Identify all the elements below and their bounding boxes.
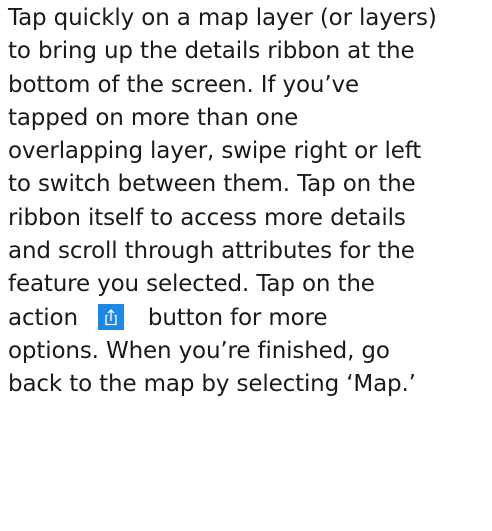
text-line: bottom of the screen. If you’ve	[8, 71, 359, 98]
text-line: overlapping layer, swipe right or left	[8, 138, 422, 165]
text-line: to switch between them. Tap on the	[8, 171, 416, 198]
text-line: to bring up the details ribbon at the	[8, 38, 415, 65]
action-button[interactable]	[97, 303, 124, 330]
text-line: and scroll through attributes for the	[8, 238, 415, 265]
instruction-paragraph: Tap quickly on a map layer (or layers) t…	[8, 2, 492, 402]
text-line: ribbon itself to access more details	[8, 204, 406, 231]
action-text-line: action button for more	[8, 302, 492, 335]
text-line: feature you selected. Tap on the	[8, 271, 375, 298]
text-line: tapped on more than one	[8, 104, 299, 131]
action-trailing-text: button for more	[147, 304, 328, 331]
text-line: Tap quickly on a map layer (or layers)	[8, 5, 437, 31]
share-icon	[105, 308, 117, 325]
action-word: action	[8, 304, 78, 331]
text-line: options. When you’re finished, go	[8, 337, 390, 364]
text-line: back to the map by selecting ‘Map.’	[8, 371, 416, 398]
